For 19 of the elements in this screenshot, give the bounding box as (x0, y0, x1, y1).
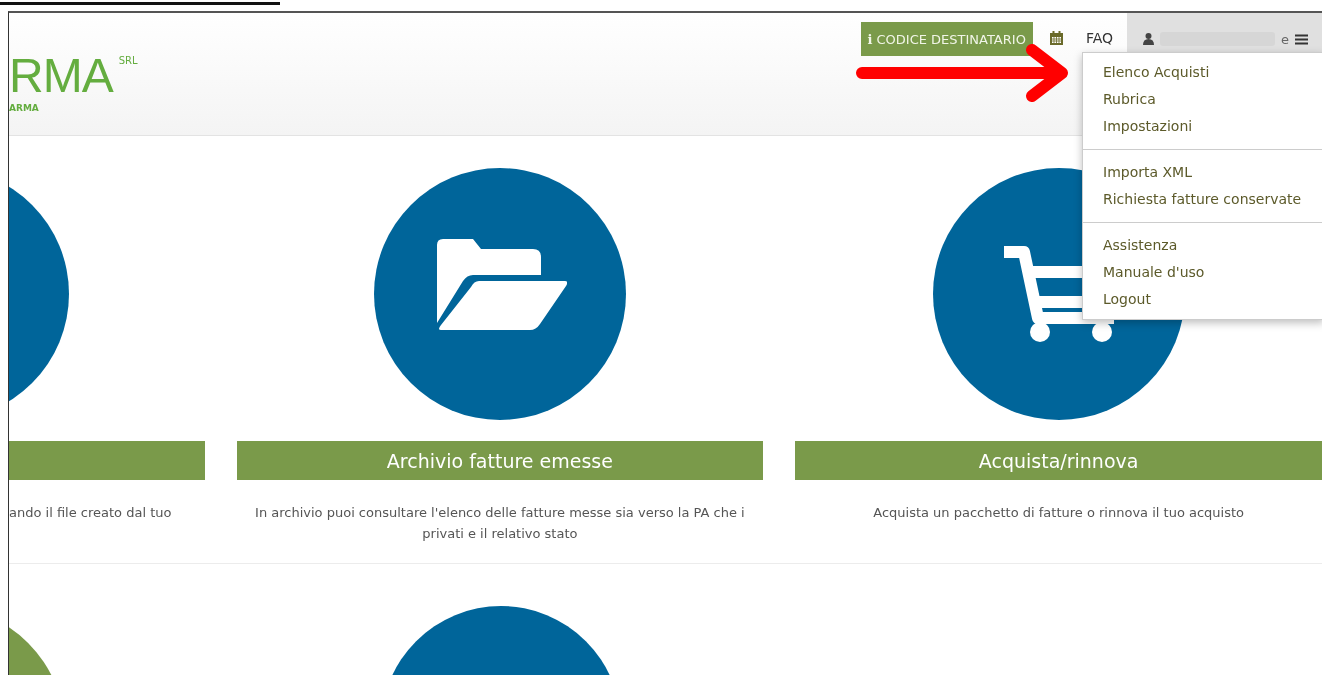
menu-item[interactable]: Impostazioni (1083, 113, 1322, 140)
menu-item[interactable]: Manuale d'uso (1083, 259, 1322, 286)
tile-description: In archivio puoi consultare l'elenco delle fatture messe sia verso la PA che i privati e il relativo stato (254, 504, 746, 543)
logo-suffix: SRL (118, 55, 138, 66)
menu-item[interactable]: Logout (1083, 286, 1322, 313)
tile-header[interactable] (9, 441, 205, 480)
tile-description: ando il file creato dal tuo (9, 504, 172, 522)
menu-item[interactable]: Assistenza (1083, 232, 1322, 259)
calendar-icon[interactable] (1048, 31, 1064, 46)
logo-text: RMA (9, 51, 113, 101)
user-icon (1143, 33, 1154, 45)
menu-item[interactable]: Rubrica (1083, 86, 1322, 113)
menu-item[interactable]: Richiesta fatture conservate (1083, 186, 1322, 213)
faq-link[interactable]: FAQ (1085, 30, 1113, 46)
menu-item[interactable]: Importa XML (1083, 159, 1322, 186)
menu-icon (1295, 33, 1308, 45)
tile-description: Acquista un pacchetto di fatture o rinnova il tuo acquisto (872, 504, 1245, 522)
logo-subtitle: ARMA (9, 103, 40, 113)
user-name: e (1281, 31, 1289, 47)
